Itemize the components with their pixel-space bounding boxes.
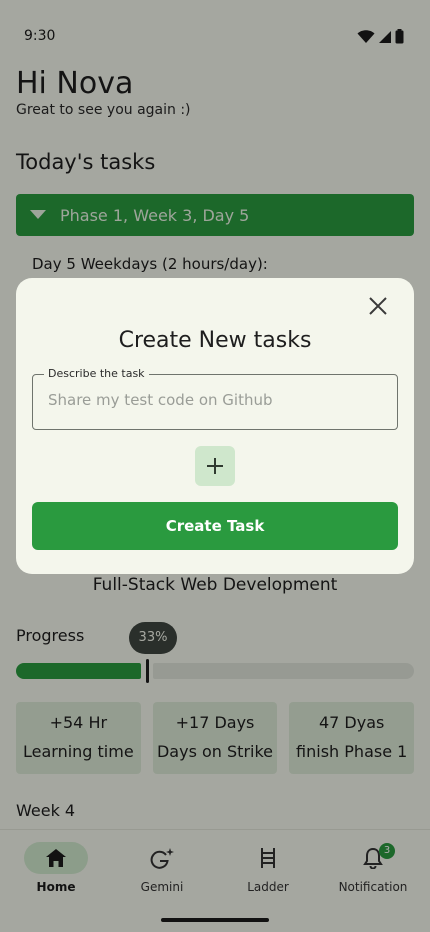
add-task-button[interactable] [195,446,235,486]
field-label: Describe the task [44,367,149,380]
task-description-input[interactable] [48,391,378,409]
close-icon [369,297,387,315]
create-task-dialog: Create New tasks Describe the task Creat… [16,278,414,574]
plus-icon [207,458,223,474]
dialog-title: Create New tasks [118,328,312,353]
create-task-button[interactable]: Create Task [32,502,398,550]
close-button[interactable] [362,290,394,322]
task-description-field[interactable]: Describe the task [32,367,398,430]
